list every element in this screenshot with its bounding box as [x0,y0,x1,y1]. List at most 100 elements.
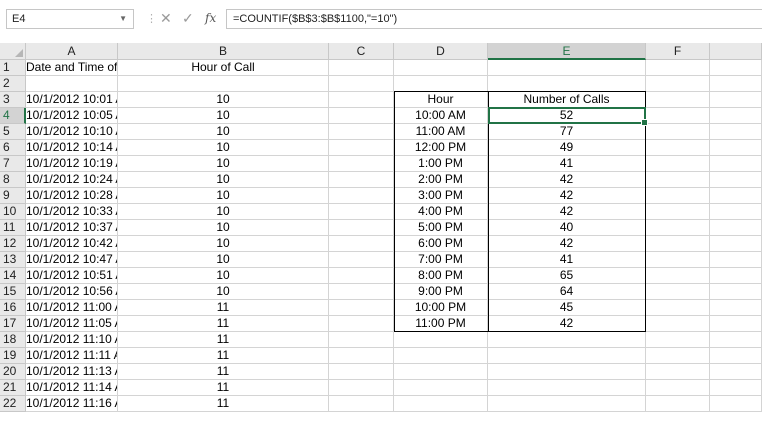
row-header-5[interactable]: 5 [0,124,26,140]
cell-a12[interactable]: 10/1/2012 10:42 AM [26,236,118,252]
cell-d11[interactable]: 5:00 PM [394,220,488,236]
cell-a15[interactable]: 10/1/2012 10:56 AM [26,284,118,300]
cell-d9[interactable]: 3:00 PM [394,188,488,204]
cell-d5[interactable]: 11:00 AM [394,124,488,140]
cell-d16[interactable]: 10:00 PM [394,300,488,316]
cell-filler[interactable] [710,108,762,124]
cell-b21[interactable]: 11 [118,380,329,396]
cell-a20[interactable]: 10/1/2012 11:13 AM [26,364,118,380]
cell-f7[interactable] [646,156,710,172]
cell-c17[interactable] [329,316,394,332]
row-header-21[interactable]: 21 [0,380,26,396]
name-box[interactable]: E4 ▼ [6,9,134,29]
cell-d12[interactable]: 6:00 PM [394,236,488,252]
cell-b20[interactable]: 11 [118,364,329,380]
cell-filler[interactable] [710,332,762,348]
cell-c16[interactable] [329,300,394,316]
cell-d7[interactable]: 1:00 PM [394,156,488,172]
cell-a1[interactable]: Date and Time of Call [26,60,118,76]
row-header-14[interactable]: 14 [0,268,26,284]
cell-b6[interactable]: 10 [118,140,329,156]
cell-a18[interactable]: 10/1/2012 11:10 AM [26,332,118,348]
cell-filler[interactable] [710,76,762,92]
row-header-15[interactable]: 15 [0,284,26,300]
cell-d13[interactable]: 7:00 PM [394,252,488,268]
cell-c21[interactable] [329,380,394,396]
cell-d20[interactable] [394,364,488,380]
cell-c15[interactable] [329,284,394,300]
cell-f1[interactable] [646,60,710,76]
cell-b9[interactable]: 10 [118,188,329,204]
cell-d8[interactable]: 2:00 PM [394,172,488,188]
cell-e16[interactable]: 45 [488,300,646,316]
cell-f22[interactable] [646,396,710,412]
cell-d10[interactable]: 4:00 PM [394,204,488,220]
cell-d17[interactable]: 11:00 PM [394,316,488,332]
cell-a17[interactable]: 10/1/2012 11:05 AM [26,316,118,332]
cell-c14[interactable] [329,268,394,284]
row-header-22[interactable]: 22 [0,396,26,412]
row-header-17[interactable]: 17 [0,316,26,332]
chevron-down-icon[interactable]: ▼ [119,10,127,28]
cell-e5[interactable]: 77 [488,124,646,140]
cell-filler[interactable] [710,348,762,364]
cell-b7[interactable]: 10 [118,156,329,172]
cell-f11[interactable] [646,220,710,236]
cell-a10[interactable]: 10/1/2012 10:33 AM [26,204,118,220]
drag-handle-icon[interactable]: ⋮ [146,12,157,25]
cell-f21[interactable] [646,380,710,396]
cell-c8[interactable] [329,172,394,188]
cell-a7[interactable]: 10/1/2012 10:19 AM [26,156,118,172]
column-header-a[interactable]: A [26,43,118,60]
cell-a3[interactable]: 10/1/2012 10:01 AM [26,92,118,108]
cell-f2[interactable] [646,76,710,92]
cell-filler[interactable] [710,364,762,380]
cell-e2[interactable] [488,76,646,92]
cell-f10[interactable] [646,204,710,220]
cell-b14[interactable]: 10 [118,268,329,284]
row-header-12[interactable]: 12 [0,236,26,252]
row-header-16[interactable]: 16 [0,300,26,316]
cell-b17[interactable]: 11 [118,316,329,332]
cell-e10[interactable]: 42 [488,204,646,220]
column-header-e[interactable]: E [488,43,646,60]
cell-b10[interactable]: 10 [118,204,329,220]
cell-filler[interactable] [710,60,762,76]
cell-f18[interactable] [646,332,710,348]
cell-filler[interactable] [710,172,762,188]
cell-c6[interactable] [329,140,394,156]
cell-e9[interactable]: 42 [488,188,646,204]
cell-filler[interactable] [710,124,762,140]
cell-d19[interactable] [394,348,488,364]
cell-b12[interactable]: 10 [118,236,329,252]
cell-e18[interactable] [488,332,646,348]
cell-f3[interactable] [646,92,710,108]
cell-c3[interactable] [329,92,394,108]
select-all-button[interactable] [0,43,26,60]
cell-b8[interactable]: 10 [118,172,329,188]
cell-filler[interactable] [710,236,762,252]
cell-a6[interactable]: 10/1/2012 10:14 AM [26,140,118,156]
cell-c7[interactable] [329,156,394,172]
cell-filler[interactable] [710,396,762,412]
cell-d21[interactable] [394,380,488,396]
insert-function-icon[interactable]: fx [205,11,216,25]
cell-c2[interactable] [329,76,394,92]
cell-c11[interactable] [329,220,394,236]
cancel-icon[interactable]: ✕ [160,10,172,27]
cell-a2[interactable] [26,76,118,92]
cell-f4[interactable] [646,108,710,124]
cell-b2[interactable] [118,76,329,92]
cell-e14[interactable]: 65 [488,268,646,284]
row-header-3[interactable]: 3 [0,92,26,108]
cell-c12[interactable] [329,236,394,252]
row-header-2[interactable]: 2 [0,76,26,92]
row-header-4[interactable]: 4 [0,108,26,124]
formula-input[interactable]: =COUNTIF($B$3:$B$1100,"=10") [226,9,762,29]
cell-filler[interactable] [710,268,762,284]
cell-c1[interactable] [329,60,394,76]
cell-e4[interactable]: 52 [488,108,646,124]
cell-b16[interactable]: 11 [118,300,329,316]
cell-d3[interactable]: Hour [394,92,488,108]
cell-filler[interactable] [710,156,762,172]
